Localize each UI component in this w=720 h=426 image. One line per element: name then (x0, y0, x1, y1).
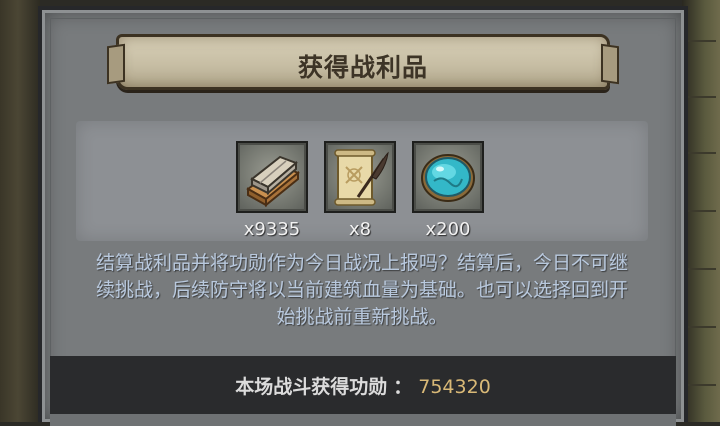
item-count: x8 (348, 219, 372, 240)
scroll-quill-icon (334, 149, 389, 206)
background-scenery-left (0, 0, 40, 422)
item-slot (236, 141, 308, 213)
loot-dialog: 获得战利品 x9335 x8 x200 结算战利品并将功勋作为今日战况上报吗？结… (38, 6, 688, 426)
item-slot (324, 141, 396, 213)
reward-label: 本场战斗获得功勋 (235, 376, 388, 398)
stone-bricks-icon (246, 155, 300, 208)
settlement-message: 结算战利品并将功勋作为今日战况上报吗？结算后，今日不可继续挑战，后续防守将以当前… (95, 252, 628, 328)
item-count: x9335 (243, 219, 301, 240)
reward-summary: 本场战斗获得功勋： 754320 (50, 372, 676, 399)
loot-item-gem[interactable]: x200 (412, 141, 484, 245)
loot-item-scroll[interactable]: x8 (324, 141, 396, 245)
loot-items: x9335 x8 x200 (236, 141, 496, 245)
item-slot (412, 141, 484, 213)
title-banner: 获得战利品 (116, 34, 610, 90)
reward-separator: ： (393, 376, 413, 398)
loot-item-bricks[interactable]: x9335 (236, 141, 308, 245)
turquoise-gem-icon (421, 154, 475, 202)
reward-value: 754320 (418, 376, 491, 398)
dialog-title: 获得战利品 (297, 53, 428, 82)
item-count: x200 (425, 219, 471, 240)
reward-bar: 本场战斗获得功勋： 754320 (50, 356, 676, 414)
